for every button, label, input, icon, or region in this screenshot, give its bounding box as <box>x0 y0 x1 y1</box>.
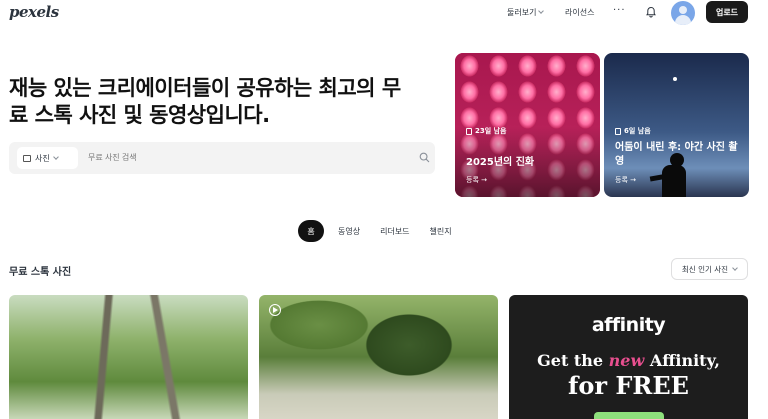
section-title: 무료 스톡 사진 <box>9 267 72 278</box>
hero-title-line-1: 재능 있는 크리에이터들이 공유하는 최고의 무 <box>9 76 401 100</box>
affinity-logo: affinity <box>591 314 666 336</box>
more-menu-button[interactable]: ··· <box>613 5 626 16</box>
challenge-enter-link[interactable]: 등록 → <box>466 175 487 185</box>
search-input[interactable] <box>88 153 388 162</box>
content-tabs: 홈 동영상 리더보드 챌린지 <box>298 220 462 242</box>
avatar[interactable] <box>671 1 695 25</box>
remaining-days-label: 6일 남음 <box>624 127 651 135</box>
ad-headline: Get the new Affinity, <box>537 351 720 370</box>
tab-challenges[interactable]: 챌린지 <box>420 220 462 242</box>
challenge-enter-link[interactable]: 등록 → <box>615 175 636 185</box>
search-type-label: 사진 <box>35 153 50 163</box>
chevron-down-icon <box>538 8 545 14</box>
upload-button[interactable]: 업로드 <box>706 1 748 23</box>
challenge-card-night-photography[interactable]: 6일 남음 어둠이 내린 후: 야간 사진 촬영 등록 → <box>604 53 749 197</box>
nav-license[interactable]: 라이선스 <box>565 7 594 18</box>
challenge-card-2025-evolution[interactable]: 23일 남음 2025년의 진화 등록 → <box>455 53 600 197</box>
search-bar: 사진 <box>9 142 435 174</box>
ad-cta-button[interactable] <box>594 412 664 419</box>
video-card[interactable] <box>259 295 498 419</box>
chevron-down-icon <box>732 264 738 271</box>
tab-videos[interactable]: 동영상 <box>328 220 370 242</box>
affinity-ad-card[interactable]: affinity Get the new Affinity, for FREE <box>509 295 748 419</box>
hourglass-icon <box>615 127 621 135</box>
remaining-days: 6일 남음 <box>615 126 651 136</box>
pexels-logo[interactable]: pexels <box>9 3 59 21</box>
remaining-days: 23일 남음 <box>466 126 507 136</box>
moon-image <box>673 77 677 81</box>
sort-label: 최신 인기 사진 <box>681 264 729 274</box>
hourglass-icon <box>466 127 472 135</box>
search-type-dropdown[interactable]: 사진 <box>17 147 78 169</box>
challenge-title: 2025년의 진화 <box>466 157 535 168</box>
chevron-down-icon <box>52 153 59 160</box>
nav-explore[interactable]: 둘러보기 <box>507 7 545 18</box>
sort-dropdown[interactable]: 최신 인기 사진 <box>671 258 748 280</box>
challenge-title: 어둠이 내린 후: 야간 사진 촬영 <box>615 142 738 167</box>
search-icon[interactable] <box>419 152 430 163</box>
hero-title-line-2: 료 스톡 사진 및 동영상입니다. <box>9 103 270 127</box>
bell-icon[interactable] <box>645 6 657 18</box>
tab-leaderboard[interactable]: 리더보드 <box>370 220 419 242</box>
ad-headline-2: for FREE <box>568 371 689 400</box>
play-icon <box>269 304 281 316</box>
tab-home[interactable]: 홈 <box>298 220 324 242</box>
nav-explore-label: 둘러보기 <box>507 8 537 17</box>
hero-title: 재능 있는 크리에이터들이 공유하는 최고의 무 료 스톡 사진 및 동영상입니… <box>9 75 429 129</box>
top-navigation: pexels 둘러보기 라이선스 ··· 업로드 <box>0 0 768 26</box>
remaining-days-label: 23일 남음 <box>475 127 507 135</box>
nav-license-label: 라이선스 <box>565 8 595 17</box>
photo-card[interactable] <box>9 295 248 419</box>
image-icon <box>23 154 31 162</box>
